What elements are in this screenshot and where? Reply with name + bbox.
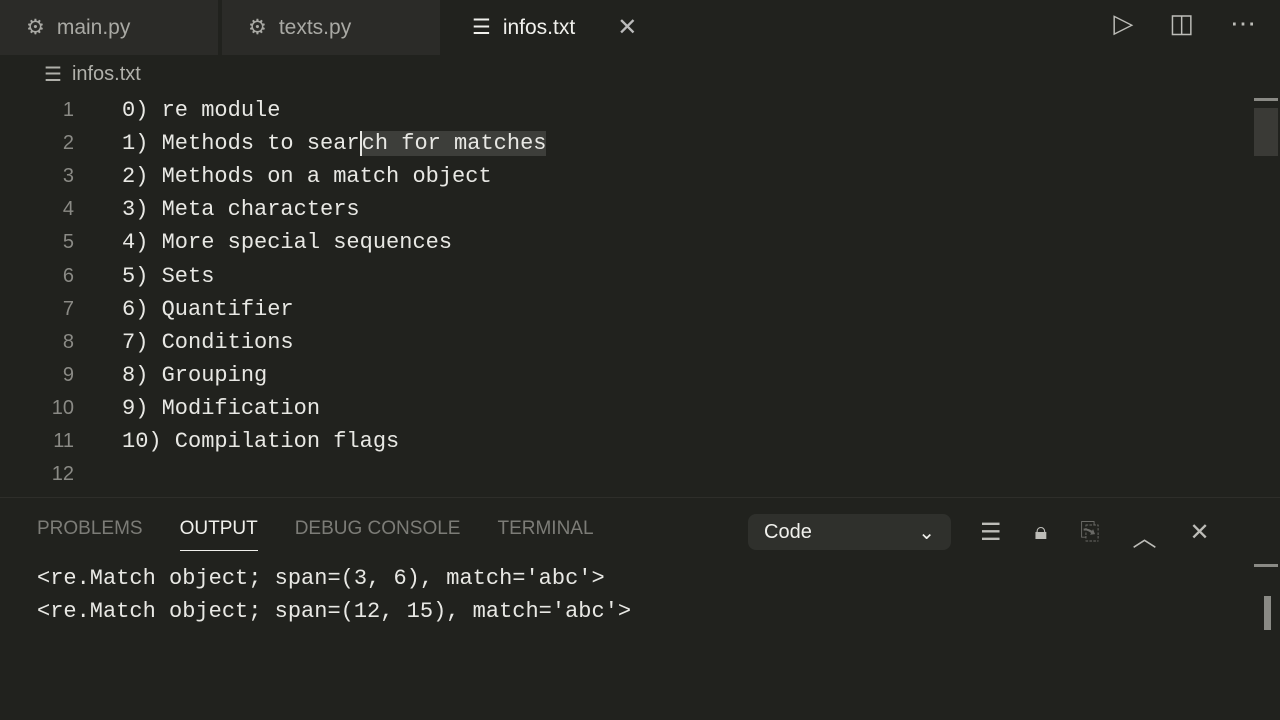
selected-text: ch for matches (359, 131, 547, 157)
line-text: 9) Modification (122, 395, 321, 421)
line-text: 8) Grouping (122, 362, 268, 388)
line-number: 3 (62, 165, 74, 188)
line-number: 9 (62, 363, 74, 386)
editor-tabs: ⚙ main.py ⚙ texts.py ☰ infos.txt ✕ (0, 0, 1280, 55)
line-text: 6) Quantifier (122, 296, 294, 322)
line-number: 10 (51, 396, 74, 419)
line-number: 4 (62, 198, 74, 221)
overview-ruler (1254, 98, 1278, 101)
code-line: 10 9) Modification (0, 392, 1280, 425)
output-log[interactable]: <re.Match object; span=(3, 6), match='ab… (37, 566, 631, 632)
line-number: 7 (62, 297, 74, 320)
more-icon[interactable]: ⋯ (1230, 8, 1256, 39)
close-panel-icon[interactable]: ✕ (1190, 518, 1210, 553)
output-channel-select[interactable]: Code ⌄ (748, 514, 951, 550)
line-number: 12 (51, 463, 74, 486)
run-icon[interactable]: ▷ (1113, 8, 1133, 39)
line-number: 5 (62, 231, 74, 254)
line-text: 4) More special sequences (122, 230, 453, 256)
text-file-icon: ☰ (44, 64, 62, 86)
maximize-panel-icon[interactable]: ︿ (1133, 518, 1157, 553)
tab-infos-txt[interactable]: ☰ infos.txt ✕ (444, 0, 644, 55)
line-text: 3) Meta characters (122, 197, 360, 223)
overview-ruler (1254, 564, 1278, 567)
code-line: 9 8) Grouping (0, 359, 1280, 392)
tab-problems[interactable]: PROBLEMS (37, 518, 143, 551)
line-text: 0) re module (122, 98, 281, 124)
line-text: 1) Methods to search for matches (122, 131, 547, 157)
code-line: 11 10) Compilation flags (0, 425, 1280, 458)
output-line: <re.Match object; span=(12, 15), match='… (37, 599, 632, 624)
code-line: 12 (0, 458, 1280, 491)
code-line: 7 6) Quantifier (0, 293, 1280, 326)
line-text: 2) Methods on a match object (122, 164, 492, 190)
line-number: 2 (62, 132, 74, 155)
code-line: 1 0) re module (0, 94, 1280, 127)
open-output-file-icon[interactable]: ⎘ (1080, 518, 1099, 553)
editor-scrollbar[interactable] (1254, 108, 1278, 156)
close-tab-icon[interactable]: ✕ (617, 13, 637, 42)
code-line: 8 7) Conditions (0, 326, 1280, 359)
tab-terminal[interactable]: TERMINAL (497, 518, 593, 551)
line-text: 10) Compilation flags (122, 428, 400, 454)
split-editor-icon[interactable]: ◫ (1169, 8, 1194, 39)
breadcrumb[interactable]: ☰ infos.txt (44, 62, 141, 87)
tab-texts-py[interactable]: ⚙ texts.py (222, 0, 440, 55)
output-scrollbar[interactable] (1264, 596, 1271, 630)
line-text: 5) Sets (122, 263, 215, 289)
code-line: 5 4) More special sequences (0, 226, 1280, 259)
code-line: 3 2) Methods on a match object (0, 160, 1280, 193)
tab-debug-console[interactable]: DEBUG CONSOLE (295, 518, 461, 551)
line-number: 8 (62, 330, 74, 353)
line-number: 11 (53, 429, 74, 452)
code-line: 2 1) Methods to search for matches (0, 127, 1280, 160)
tab-output[interactable]: OUTPUT (179, 518, 258, 551)
python-icon: ⚙ (26, 16, 45, 39)
line-number: 1 (62, 99, 74, 122)
clear-output-icon[interactable]: ☰ (980, 518, 1002, 553)
bottom-panel: PROBLEMS OUTPUT DEBUG CONSOLE TERMINAL C… (0, 497, 1280, 720)
text-file-icon: ☰ (472, 16, 491, 39)
code-line: 4 3) Meta characters (0, 193, 1280, 226)
tab-main-py[interactable]: ⚙ main.py (0, 0, 218, 55)
code-editor[interactable]: 1 0) re module 2 1) Methods to search for m… (0, 94, 1280, 491)
chevron-down-icon: ⌄ (918, 521, 935, 544)
python-icon: ⚙ (248, 16, 267, 39)
text-before-cursor: 1) Methods to sear (122, 131, 360, 157)
editor-actions: ▷ ◫ ⋯ (1113, 8, 1256, 39)
lock-icon[interactable]: 🔒︎ (1035, 518, 1048, 553)
line-number: 6 (62, 264, 74, 287)
line-text: 7) Conditions (122, 329, 294, 355)
code-line: 6 5) Sets (0, 259, 1280, 292)
output-line: <re.Match object; span=(3, 6), match='ab… (37, 566, 605, 591)
